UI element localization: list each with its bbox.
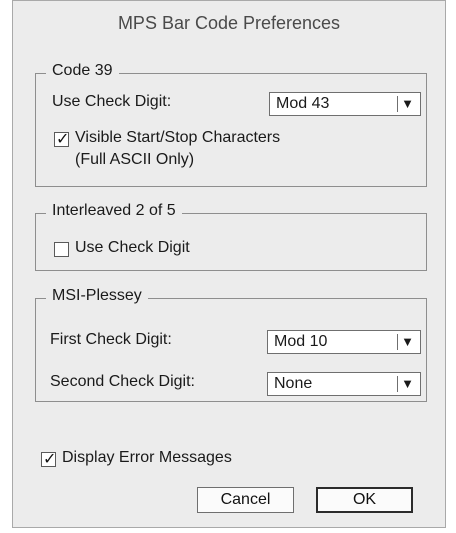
checkmark-icon: ✓: [43, 451, 57, 468]
cancel-button[interactable]: Cancel: [197, 487, 294, 513]
msi-first-check-digit-value: Mod 10: [274, 333, 328, 350]
msi-first-check-digit-label: First Check Digit:: [50, 331, 172, 348]
msi-plessey-group: MSI-Plessey First Check Digit: Mod 10 ▼ …: [35, 287, 427, 402]
interleaved-use-check-digit-checkbox[interactable]: [54, 242, 69, 257]
interleaved-legend: Interleaved 2 of 5: [46, 202, 182, 220]
code39-group: Code 39 Use Check Digit: Mod 43 ▼ ✓ Visi…: [35, 62, 427, 187]
visible-start-stop-note: (Full ASCII Only): [75, 151, 195, 168]
interleaved-use-check-digit-label: Use Check Digit: [75, 239, 190, 256]
msi-first-check-digit-select[interactable]: Mod 10 ▼: [267, 330, 421, 354]
interleaved-group: Interleaved 2 of 5 Use Check Digit: [35, 202, 427, 271]
select-divider: [397, 334, 398, 350]
msi-second-check-digit-value: None: [274, 375, 313, 392]
checkmark-icon: ✓: [56, 131, 70, 148]
code39-check-digit-value: Mod 43: [276, 95, 330, 112]
display-errors-label: Display Error Messages: [62, 449, 232, 466]
code39-check-digit-label: Use Check Digit:: [52, 93, 172, 110]
chevron-down-icon: ▼: [401, 96, 414, 111]
visible-start-stop-checkbox[interactable]: ✓: [54, 131, 70, 148]
select-divider: [397, 376, 398, 392]
dialog-title: MPS Bar Code Preferences: [117, 13, 341, 33]
chevron-down-icon: ▼: [401, 334, 414, 349]
ok-button[interactable]: OK: [316, 487, 413, 513]
visible-start-stop-label: Visible Start/Stop Characters: [75, 129, 281, 146]
chevron-down-icon: ▼: [401, 376, 414, 391]
code39-check-digit-select[interactable]: Mod 43 ▼: [269, 92, 421, 116]
code39-legend: Code 39: [46, 62, 119, 80]
preferences-dialog: MPS Bar Code Preferences Code 39 Use Che…: [12, 0, 446, 528]
msi-second-check-digit-select[interactable]: None ▼: [267, 372, 421, 396]
msi-plessey-legend: MSI-Plessey: [46, 287, 148, 305]
msi-second-check-digit-label: Second Check Digit:: [50, 373, 195, 390]
display-errors-checkbox[interactable]: ✓: [41, 451, 57, 468]
select-divider: [397, 96, 398, 112]
